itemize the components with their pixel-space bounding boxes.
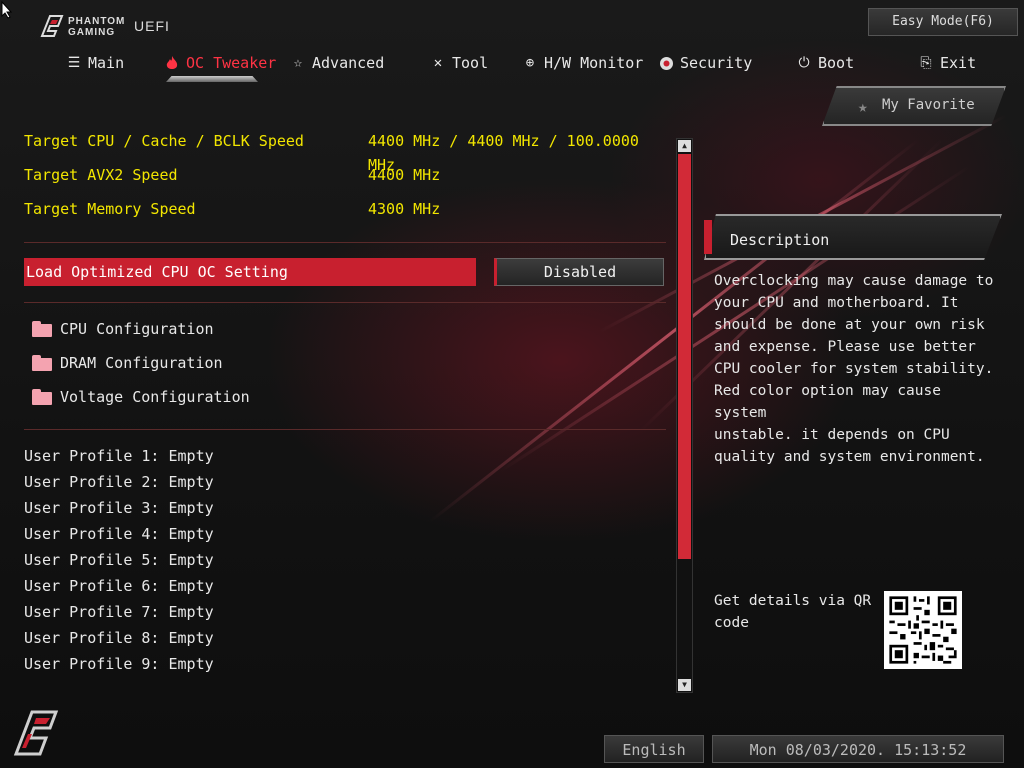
exit-icon: ⎘ xyxy=(920,55,932,71)
target-memory-value: 4300 MHz xyxy=(368,200,441,218)
target-cpu-row: Target CPU / Cache / BCLK Speed 4400 MHz… xyxy=(24,129,664,174)
tab-security[interactable]: Security xyxy=(658,52,752,74)
my-favorite-label: My Favorite xyxy=(882,97,975,113)
datetime-display: Mon 08/03/2020. 15:13:52 xyxy=(712,735,1004,763)
tab-hw-monitor-label: H/W Monitor xyxy=(544,54,644,72)
target-avx2-label: Target AVX2 Speed xyxy=(24,166,178,184)
tab-advanced-label: Advanced xyxy=(312,54,385,72)
divider xyxy=(24,242,666,243)
main-nav: ☰ Main OC Tweaker ☆ Advanced ✕ Tool ⊕ H/… xyxy=(0,44,1024,84)
tab-oc-tweaker[interactable]: OC Tweaker xyxy=(164,52,276,74)
tab-oc-tweaker-label: OC Tweaker xyxy=(186,54,277,72)
tab-boot-label: Boot xyxy=(818,54,855,72)
tab-main-label: Main xyxy=(88,54,125,72)
divider xyxy=(24,429,666,430)
dram-configuration-label: DRAM Configuration xyxy=(60,354,223,372)
settings-scrollbar[interactable]: ▲ ▼ xyxy=(676,138,693,693)
divider xyxy=(24,302,666,303)
user-profile-1[interactable]: User Profile 1: Empty xyxy=(24,445,214,467)
description-title: Description xyxy=(730,231,830,249)
brand-line1: PHANTOM xyxy=(68,16,126,27)
crosshair-icon: ⊕ xyxy=(525,55,535,71)
voltage-configuration-item[interactable]: Voltage Configuration xyxy=(24,385,424,409)
target-avx2-row: Target AVX2 Speed 4400 MHz xyxy=(24,163,664,187)
flame-icon xyxy=(164,55,180,71)
tab-boot[interactable]: ⏻ Boot xyxy=(796,52,854,74)
tab-hw-monitor[interactable]: ⊕ H/W Monitor xyxy=(522,52,644,74)
user-profile-4[interactable]: User Profile 4: Empty xyxy=(24,523,214,545)
user-profile-5[interactable]: User Profile 5: Empty xyxy=(24,549,214,571)
description-accent xyxy=(704,220,712,254)
language-button[interactable]: English xyxy=(604,735,704,763)
brand-logo: PHANTOM GAMING UEFI xyxy=(38,14,178,38)
cpu-configuration-item[interactable]: CPU Configuration xyxy=(24,317,424,341)
tab-main[interactable]: ☰ Main xyxy=(66,52,124,74)
description-text: Overclocking may cause damage to your CP… xyxy=(714,273,994,465)
folder-icon xyxy=(32,355,52,371)
user-profile-9[interactable]: User Profile 9: Empty xyxy=(24,653,214,675)
settings-list: Target CPU / Cache / BCLK Speed 4400 MHz… xyxy=(24,126,668,686)
qr-code xyxy=(884,591,962,669)
user-profile-2[interactable]: User Profile 2: Empty xyxy=(24,471,214,493)
easy-mode-button[interactable]: Easy Mode(F6) xyxy=(868,8,1018,36)
phantom-gaming-emblem-icon xyxy=(13,710,59,756)
target-cpu-label: Target CPU / Cache / BCLK Speed xyxy=(24,132,304,150)
my-favorite-button[interactable]: ★ My Favorite xyxy=(822,86,1006,126)
tools-icon: ✕ xyxy=(433,55,443,71)
favorite-star-icon: ★ xyxy=(858,97,868,116)
scroll-down-icon[interactable]: ▼ xyxy=(678,679,691,691)
target-memory-row: Target Memory Speed 4300 MHz xyxy=(24,197,664,221)
load-optimized-value-select[interactable]: Disabled xyxy=(494,258,664,286)
cpu-configuration-label: CPU Configuration xyxy=(60,320,214,338)
tab-tool-label: Tool xyxy=(452,54,489,72)
list-icon: ☰ xyxy=(67,55,81,71)
user-profile-3[interactable]: User Profile 3: Empty xyxy=(24,497,214,519)
brand-line2: GAMING xyxy=(68,27,116,38)
mouse-cursor-icon xyxy=(1,1,13,19)
tab-exit-label: Exit xyxy=(940,54,977,72)
folder-icon xyxy=(32,389,52,405)
folder-icon xyxy=(32,321,52,337)
power-icon: ⏻ xyxy=(798,55,810,71)
tab-advanced[interactable]: ☆ Advanced xyxy=(290,52,384,74)
user-profile-7[interactable]: User Profile 7: Empty xyxy=(24,601,214,623)
load-optimized-cpu-oc-setting[interactable]: Load Optimized CPU OC Setting xyxy=(24,258,476,286)
scroll-thumb[interactable] xyxy=(678,154,691,559)
star-icon: ☆ xyxy=(293,55,303,71)
voltage-configuration-label: Voltage Configuration xyxy=(60,388,250,406)
brand-uefi: UEFI xyxy=(134,18,170,34)
user-profile-8[interactable]: User Profile 8: Empty xyxy=(24,627,214,649)
qr-details-text: Get details via QR code xyxy=(714,593,872,631)
scroll-up-icon[interactable]: ▲ xyxy=(678,140,691,152)
tab-exit[interactable]: ⎘ Exit xyxy=(918,52,976,74)
dram-configuration-item[interactable]: DRAM Configuration xyxy=(24,351,424,375)
tab-tool[interactable]: ✕ Tool xyxy=(430,52,488,74)
description-header: Description xyxy=(704,214,1002,260)
target-memory-label: Target Memory Speed xyxy=(24,200,196,218)
phantom-gaming-logo-icon xyxy=(40,15,64,37)
shield-icon xyxy=(658,55,674,71)
user-profile-6[interactable]: User Profile 6: Empty xyxy=(24,575,214,597)
tab-security-label: Security xyxy=(680,54,753,72)
active-tab-indicator xyxy=(166,76,258,82)
target-avx2-value: 4400 MHz xyxy=(368,166,441,184)
